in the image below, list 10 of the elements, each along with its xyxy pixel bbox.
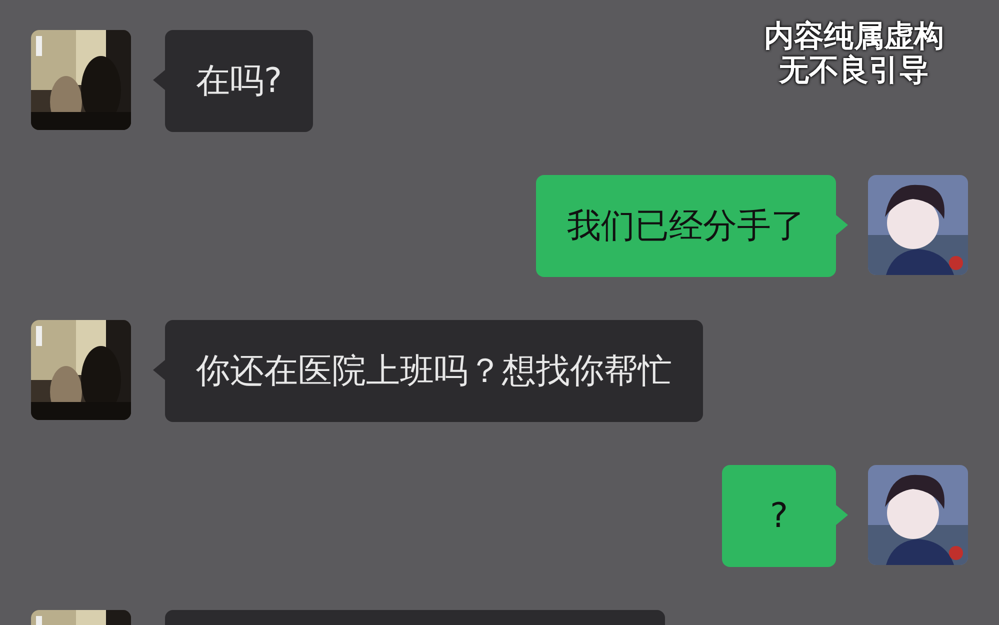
- bubble-tail: [836, 505, 848, 525]
- avatar-icon: [868, 465, 968, 565]
- caption-text: 内容纯属虚构: [764, 20, 944, 54]
- message-bubble: 在吗?: [165, 30, 314, 132]
- message-bubble: ?: [722, 465, 836, 567]
- message-bubble: 你还在医院上班吗？想找你帮忙: [165, 320, 703, 422]
- caption-text: 无不良引导: [779, 54, 929, 88]
- message-bubble: 我们已经分手了: [536, 175, 836, 277]
- bubble-tail: [836, 215, 848, 235]
- avatar-icon: [868, 175, 968, 275]
